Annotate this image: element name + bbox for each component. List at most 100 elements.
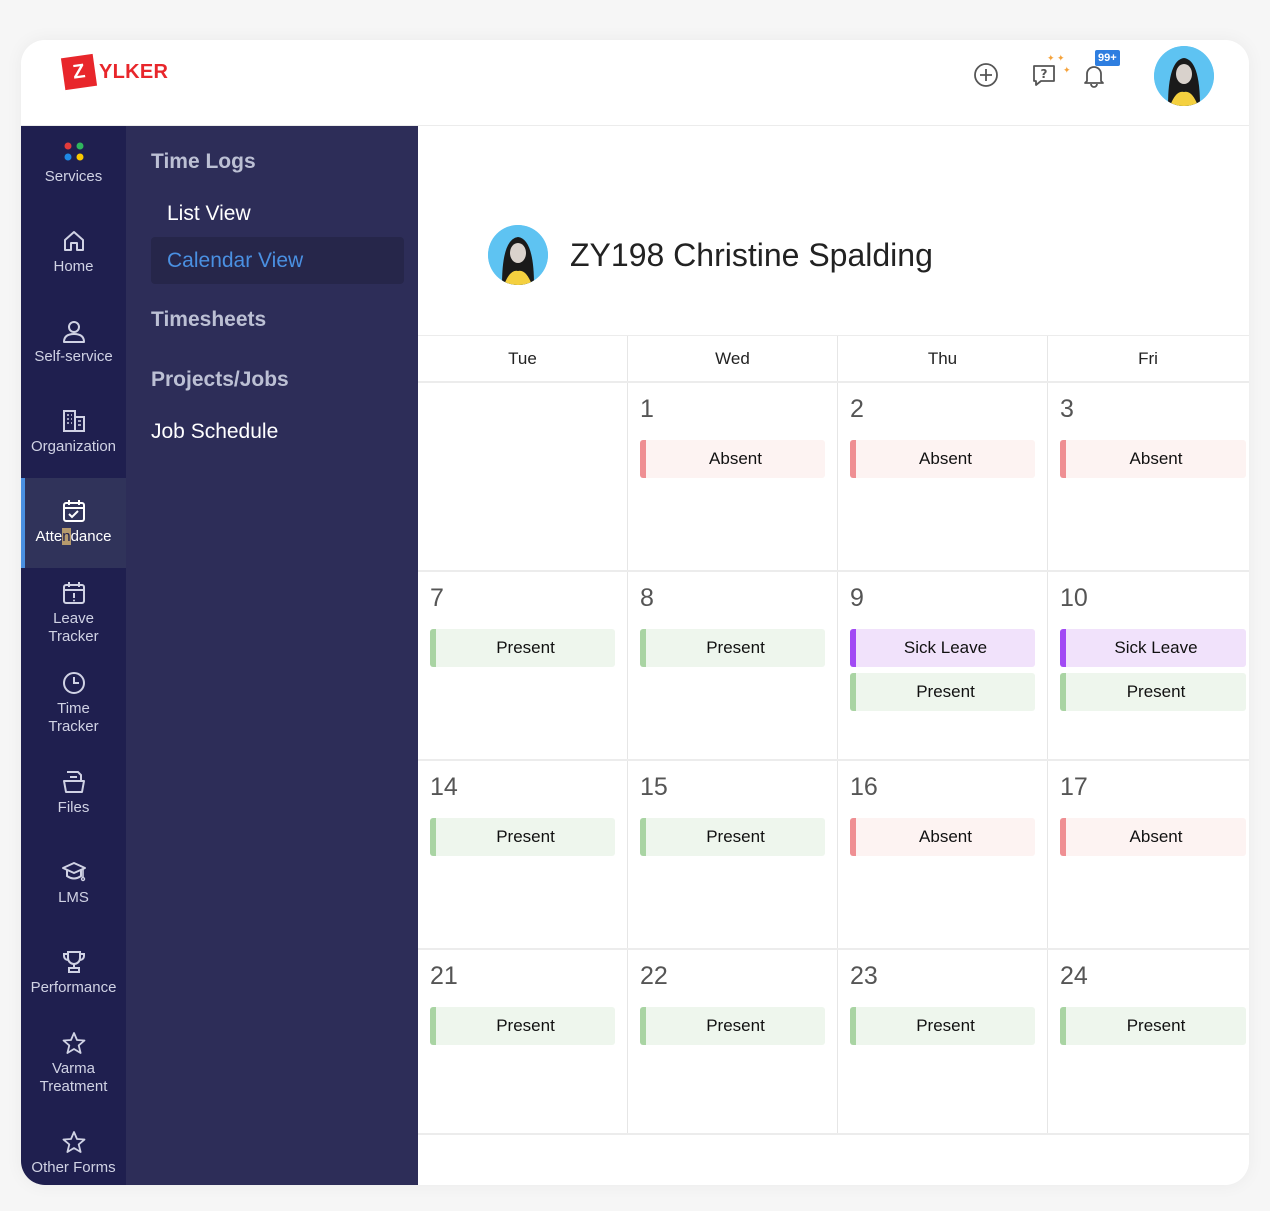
logo-mark: Z [60, 53, 98, 91]
calendar-alert-icon [21, 580, 126, 606]
nav-lms[interactable]: LMS [21, 859, 126, 907]
calendar-day-cell[interactable]: 16 Absent [838, 761, 1048, 948]
weekday-label: Fri [1138, 349, 1158, 368]
day-number: 8 [640, 584, 654, 612]
present-event[interactable]: Present [640, 818, 825, 856]
calendar-day-cell[interactable]: 23 Present [838, 950, 1048, 1133]
present-event[interactable]: Present [850, 1007, 1035, 1045]
present-event[interactable]: Present [430, 818, 615, 856]
nav-label: Home [53, 258, 94, 275]
sick-event[interactable]: Sick Leave [850, 629, 1035, 667]
calendar-day-cell[interactable]: 17 Absent [1048, 761, 1248, 948]
nav-varma-treatment[interactable]: Varma Treatment [21, 1030, 126, 1096]
calendar-day-cell[interactable]: 10 Sick Leave Present [1048, 572, 1248, 759]
nav-other-forms[interactable]: Other Forms [21, 1129, 126, 1177]
secondary-sidebar: Time Logs List View Calendar View Timesh… [126, 126, 418, 1185]
subnav-time-logs[interactable]: Time Logs [151, 150, 256, 174]
sparkle-icon: ✦ [1047, 53, 1055, 63]
employee-name: ZY198 Christine Spalding [570, 236, 933, 273]
nav-organization[interactable]: Organization [21, 408, 126, 456]
employee-header: ZY198 Christine Spalding [488, 225, 933, 285]
calendar-day-cell[interactable]: 14 Present [418, 761, 628, 948]
top-header: Z YLKER ? ✦ ✦ ✦ 99+ [21, 40, 1249, 126]
user-avatar[interactable] [1154, 46, 1214, 106]
help-button[interactable]: ? ✦ ✦ ✦ [1029, 54, 1071, 90]
nav-label: Tracker [48, 628, 99, 645]
nav-label: Leave [53, 610, 94, 627]
absent-event[interactable]: Absent [850, 818, 1035, 856]
primary-sidebar: Services Home Self-service Organization [21, 126, 126, 1185]
calendar-day-cell[interactable]: 7 Present [418, 572, 628, 759]
nav-label: Files [57, 799, 90, 816]
calendar-grid: 1 Absent 2 Absent 3 Absent 7 Present 8 Present 9 Si… [418, 383, 1249, 1135]
nav-label: Other Forms [31, 1159, 116, 1176]
calendar-check-icon [21, 498, 126, 524]
subnav-projects-jobs[interactable]: Projects/Jobs [151, 368, 289, 392]
calendar-day-cell[interactable]: 3 Absent [1048, 383, 1248, 570]
building-icon [21, 408, 126, 434]
nav-label: Organization [30, 438, 117, 455]
day-number: 15 [640, 773, 668, 801]
calendar-week-row: 1 Absent 2 Absent 3 Absent [418, 383, 1249, 572]
star-icon [21, 1129, 126, 1155]
present-event[interactable]: Present [430, 629, 615, 667]
day-number: 17 [1060, 773, 1088, 801]
trophy-icon [21, 949, 126, 975]
nav-label: Attendance [35, 528, 112, 545]
subnav-job-schedule[interactable]: Job Schedule [151, 420, 278, 444]
nav-files[interactable]: Files [21, 769, 126, 817]
home-icon [21, 228, 126, 254]
day-number: 3 [1060, 395, 1074, 423]
sparkle-icon: ✦ [1063, 65, 1071, 75]
notifications-button[interactable]: 99+ [1079, 50, 1120, 90]
calendar-week-row: 7 Present 8 Present 9 Sick Leave Present 10 Sick… [418, 572, 1249, 761]
day-number: 10 [1060, 584, 1088, 612]
absent-event[interactable]: Absent [1060, 440, 1246, 478]
day-number [430, 395, 615, 425]
nav-services[interactable]: Services [21, 140, 126, 210]
sick-event[interactable]: Sick Leave [1060, 629, 1246, 667]
calendar-day-cell[interactable]: 15 Present [628, 761, 838, 948]
absent-event[interactable]: Absent [850, 440, 1035, 478]
present-event[interactable]: Present [640, 1007, 825, 1045]
sparkle-icon: ✦ [1057, 53, 1065, 63]
calendar-day-cell[interactable]: 21 Present [418, 950, 628, 1133]
nav-attendance[interactable]: Attendance [21, 478, 126, 568]
notification-badge: 99+ [1095, 50, 1120, 66]
add-button[interactable] [971, 60, 1001, 90]
zylker-logo[interactable]: Z YLKER [60, 53, 168, 91]
subnav-list-view[interactable]: List View [151, 190, 404, 237]
calendar-day-cell[interactable]: 22 Present [628, 950, 838, 1133]
clock-icon [21, 670, 126, 696]
svg-text:?: ? [1041, 67, 1048, 81]
calendar-day-cell[interactable]: 1 Absent [628, 383, 838, 570]
subnav-calendar-view[interactable]: Calendar View [151, 237, 404, 284]
calendar-day-cell[interactable] [418, 383, 628, 570]
subnav-timesheets[interactable]: Timesheets [151, 308, 266, 332]
calendar-day-cell[interactable]: 9 Sick Leave Present [838, 572, 1048, 759]
nav-performance[interactable]: Performance [21, 949, 126, 997]
nav-label: LMS [58, 889, 89, 906]
present-event[interactable]: Present [1060, 673, 1246, 711]
weekday-label: Tue [418, 336, 628, 381]
present-event[interactable]: Present [1060, 1007, 1246, 1045]
nav-leave-tracker[interactable]: Leave Tracker [21, 580, 126, 646]
day-number: 9 [850, 584, 864, 612]
star-icon [21, 1030, 126, 1056]
nav-time-tracker[interactable]: Time Tracker [21, 670, 126, 736]
day-number: 22 [640, 962, 668, 990]
calendar-day-cell[interactable]: 8 Present [628, 572, 838, 759]
calendar-day-cell[interactable]: 2 Absent [838, 383, 1048, 570]
nav-home[interactable]: Home [21, 228, 126, 276]
add-circle-icon [974, 63, 998, 87]
present-event[interactable]: Present [640, 629, 825, 667]
day-number: 23 [850, 962, 878, 990]
absent-event[interactable]: Absent [1060, 818, 1246, 856]
present-event[interactable]: Present [850, 673, 1035, 711]
main-content: ZY198 Christine Spalding Tue Wed Thu Fri… [418, 126, 1249, 1185]
calendar-week-row: 14 Present 15 Present 16 Absent 17 Absent [418, 761, 1249, 950]
nav-self-service[interactable]: Self-service [21, 318, 126, 366]
present-event[interactable]: Present [430, 1007, 615, 1045]
calendar-day-cell[interactable]: 24 Present [1048, 950, 1248, 1133]
absent-event[interactable]: Absent [640, 440, 825, 478]
